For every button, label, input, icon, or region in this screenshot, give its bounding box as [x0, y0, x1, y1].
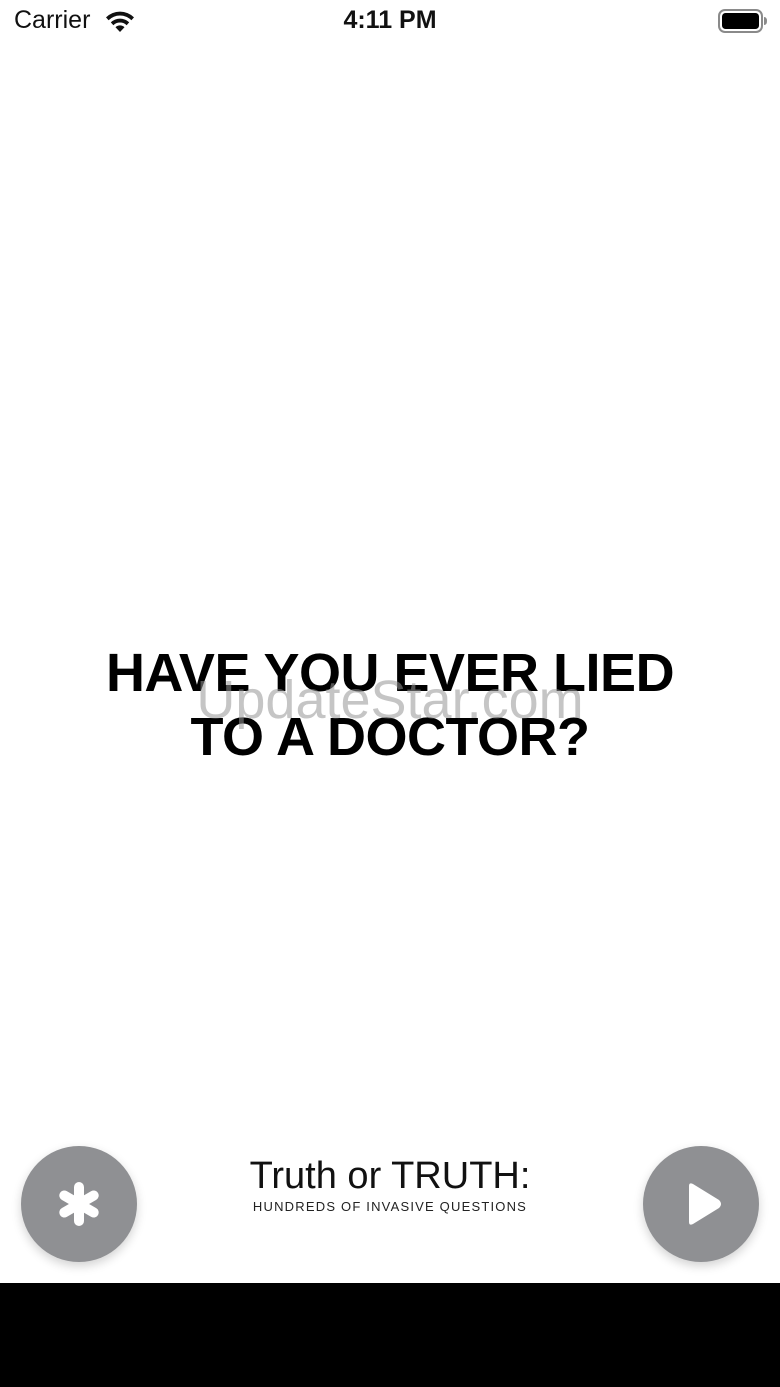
status-bar: Carrier 4:11 PM — [0, 0, 780, 44]
question-text: HAVE YOU EVER LIED TO A DOCTOR? — [40, 641, 740, 769]
battery-icon — [718, 9, 767, 33]
asterisk-icon — [59, 1182, 99, 1226]
bottom-black-bar — [0, 1283, 780, 1387]
status-time: 4:11 PM — [343, 6, 437, 34]
brand-block: Truth or TRUTH: HUNDREDS OF INVASIVE QUE… — [190, 1153, 590, 1214]
next-question-button[interactable] — [643, 1146, 759, 1262]
brand-subtitle: HUNDREDS OF INVASIVE QUESTIONS — [252, 1199, 528, 1214]
question-line-1: HAVE YOU EVER LIED — [105, 643, 675, 703]
settings-button[interactable] — [21, 1146, 137, 1262]
question-line-2: TO A DOCTOR? — [190, 707, 591, 767]
play-icon — [689, 1183, 721, 1225]
brand-title: Truth or TRUTH: — [249, 1155, 531, 1197]
app-screen: Carrier 4:11 PM HAVE YOU EVER LIED TO A … — [0, 0, 780, 1387]
